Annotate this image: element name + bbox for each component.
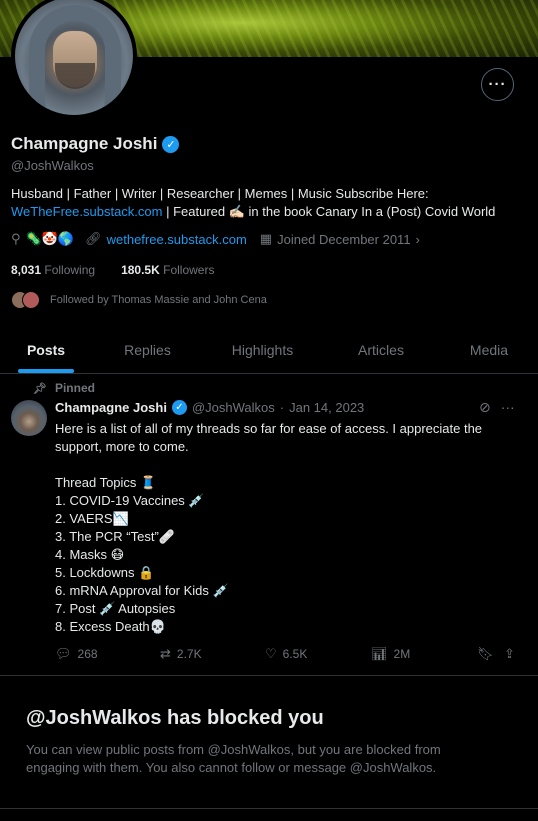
post-top-actions: ⊘ ···: [479, 399, 515, 416]
bio-text-line2: | Featured ✍🏻 in the book Canary In a (P…: [162, 204, 496, 219]
location-emojis: 🦠🤡🌎: [25, 231, 75, 246]
post-text-line: Here is a list of all of my threads so f…: [55, 421, 483, 436]
tab-articles[interactable]: Articles: [322, 326, 440, 373]
followed-by-text: Followed by Thomas Massie and John Cena: [50, 294, 267, 306]
topic-item: 4. Masks 😷: [55, 547, 125, 562]
divider: [0, 808, 538, 809]
profile-tabs: Posts Replies Highlights Articles Media: [0, 326, 538, 374]
profile-name: Champagne Joshi: [11, 134, 158, 153]
repost-button[interactable]: ⇄ 2.7K: [160, 646, 202, 662]
post-author-handle[interactable]: @JoshWalkos: [192, 400, 275, 415]
tab-media[interactable]: Media: [440, 326, 538, 373]
pinned-indicator: 📌︎ Pinned: [33, 381, 95, 395]
post-author-avatar[interactable]: [11, 400, 47, 436]
tab-label: Highlights: [231, 341, 294, 358]
ellipsis-icon: ···: [488, 76, 507, 93]
pin-icon: 📌︎: [33, 382, 47, 395]
blocked-message: You can view public posts from @JoshWalk…: [26, 742, 441, 775]
repost-icon: ⇄: [160, 646, 171, 661]
followers-label: Followers: [163, 263, 215, 277]
post-engagement-bar: 💬︎ 268 ⇄ 2.7K ♡ 6.5K 📊︎ 2M 🔖︎ ⇪: [55, 646, 525, 666]
verified-badge-icon[interactable]: ✓: [171, 400, 187, 415]
tab-label: Replies: [124, 341, 171, 358]
reply-button[interactable]: 💬︎ 268: [55, 646, 98, 662]
blocked-title: @JoshWalkos has blocked you: [26, 707, 324, 729]
followers-count: 180.5K: [121, 263, 160, 277]
post-text[interactable]: Here is a list of all of my threads so f…: [55, 420, 525, 636]
topic-item: 6. mRNA Approval for Kids 💉: [55, 583, 229, 598]
topic-item: 7. Post 💉 Autopsies: [55, 601, 176, 616]
bio-substack-link[interactable]: WeTheFree.substack.com: [11, 204, 162, 219]
reply-count: 268: [77, 647, 98, 661]
heart-icon: ♡: [265, 646, 277, 661]
bookmark-icon: 🔖︎: [477, 646, 494, 661]
topic-item: 3. The PCR “Test”🩹: [55, 529, 175, 544]
profile-handle: @JoshWalkos: [11, 158, 94, 173]
tab-replies[interactable]: Replies: [92, 326, 203, 373]
views-count: 2M: [393, 647, 411, 661]
followers-stat[interactable]: 180.5K Followers: [121, 263, 214, 277]
following-label: Following: [44, 263, 96, 277]
post-date[interactable]: Jan 14, 2023: [289, 400, 364, 415]
topic-item: 2. VAERS📉: [55, 511, 129, 526]
tab-highlights[interactable]: Highlights: [203, 326, 322, 373]
repost-count: 2.7K: [176, 647, 202, 661]
followed-by-avatars: [11, 291, 40, 309]
location-pin-icon: ⚲: [11, 231, 21, 246]
topic-item: 5. Lockdowns 🔒: [55, 565, 155, 580]
post-header: Champagne Joshi ✓ @JoshWalkos · Jan 14, …: [55, 400, 364, 415]
post-separator: ·: [279, 400, 285, 415]
post-text-line: support, more to come.: [55, 439, 189, 454]
divider: [0, 675, 538, 676]
post-text-spacer: [55, 456, 525, 474]
profile-name-row: Champagne Joshi ✓: [11, 134, 180, 154]
profile-meta-row: ⚲ 🦠🤡🌎 🔗︎ wethefree.substack.com ▦ Joined…: [11, 231, 420, 247]
post-author-name[interactable]: Champagne Joshi: [55, 400, 167, 415]
reply-icon: 💬︎: [55, 646, 72, 661]
calendar-icon: ▦: [259, 231, 273, 246]
pinned-label: Pinned: [54, 381, 95, 395]
joined-date: Joined December 2011: [277, 231, 411, 247]
link-icon: 🔗︎: [85, 231, 102, 246]
topic-item: 8. Excess Death💀: [55, 619, 166, 634]
profile-bio: Husband | Father | Writer | Researcher |…: [11, 185, 531, 221]
profile-avatar[interactable]: [11, 0, 137, 119]
bookmark-button[interactable]: 🔖︎: [477, 646, 494, 662]
verified-badge-icon[interactable]: ✓: [162, 135, 180, 153]
following-count: 8,031: [11, 263, 42, 277]
following-stat[interactable]: 8,031 Following: [11, 263, 95, 277]
like-count: 6.5K: [282, 647, 308, 661]
tab-label: Articles: [358, 341, 404, 358]
tab-label: Posts: [26, 341, 66, 358]
grok-icon[interactable]: ⊘: [479, 399, 491, 416]
share-icon: ⇪: [504, 646, 515, 661]
topic-item: 1. COVID-19 Vaccines 💉: [55, 493, 205, 508]
bio-text-line1: Husband | Father | Writer | Researcher |…: [11, 186, 429, 201]
tab-posts[interactable]: Posts: [0, 326, 92, 373]
post-more-icon[interactable]: ···: [501, 399, 515, 416]
views-chart-icon: 📊︎: [371, 646, 388, 661]
followed-by-row[interactable]: Followed by Thomas Massie and John Cena: [11, 291, 267, 309]
share-button[interactable]: ⇪: [504, 646, 515, 662]
follow-counts: 8,031 Following 180.5K Followers: [11, 263, 214, 277]
views-button[interactable]: 📊︎ 2M: [371, 646, 410, 662]
website-link[interactable]: wethefree.substack.com: [107, 232, 247, 247]
chevron-right-icon[interactable]: ›: [416, 232, 420, 247]
avatar: [22, 291, 40, 309]
tab-label: Media: [469, 341, 509, 358]
topics-header: Thread Topics 🧵: [55, 475, 157, 490]
more-options-button[interactable]: ···: [481, 68, 514, 101]
like-button[interactable]: ♡ 6.5K: [265, 646, 307, 662]
